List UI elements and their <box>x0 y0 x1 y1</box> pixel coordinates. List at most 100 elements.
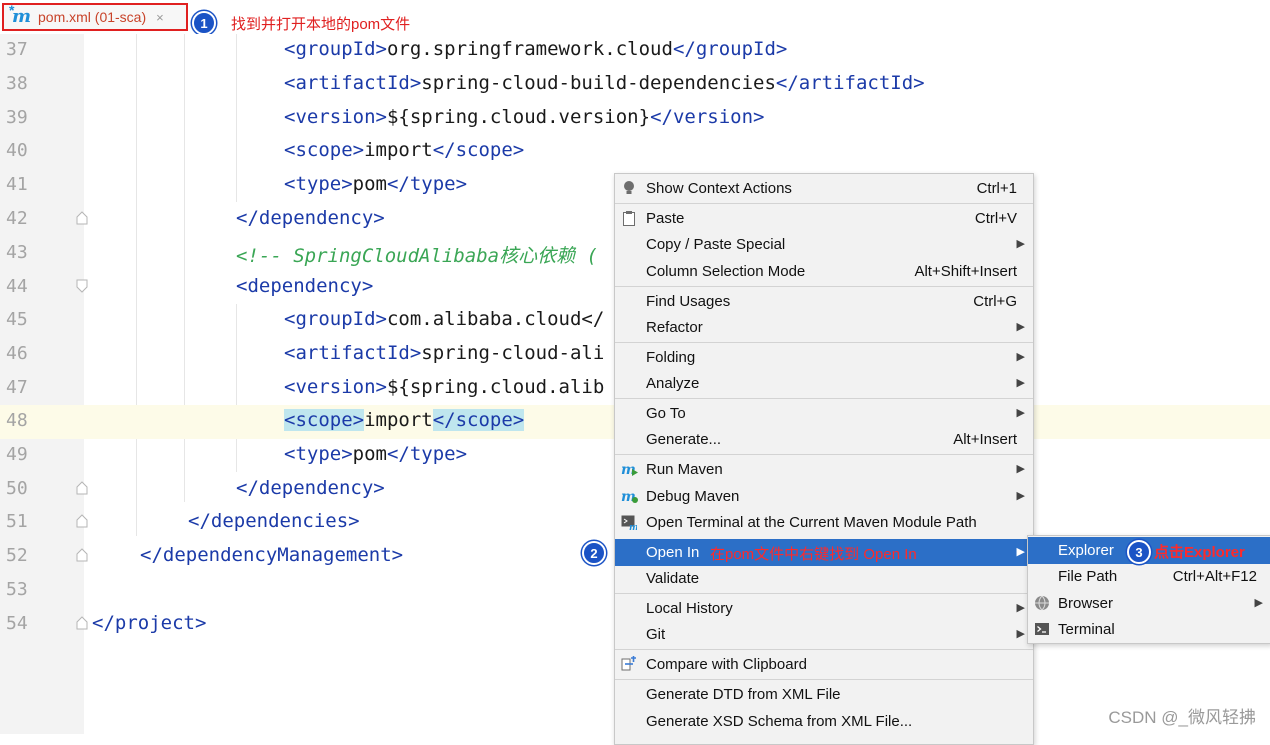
step-badge-3: 3 <box>1127 540 1151 564</box>
line-number: 38 <box>6 73 28 94</box>
code-line: 40 <scope>import</scope> <box>0 135 1270 169</box>
line-number: 51 <box>6 511 28 532</box>
line-number: 44 <box>6 276 28 297</box>
annotation-step-1: 找到并打开本地的pom文件 <box>231 16 411 33</box>
line-number: 39 <box>6 107 28 128</box>
line-number: 46 <box>6 343 28 364</box>
code-text: </dependency> <box>236 477 385 499</box>
code-text: <scope>import</scope> <box>284 409 525 431</box>
code-text: <groupId>com.alibaba.cloud</ <box>284 308 605 330</box>
menu-item-column-selection-mode[interactable]: Column Selection Mode Alt+Shift+Insert <box>615 258 1033 285</box>
submenu-item-browser[interactable]: Browser ▶ <box>1028 590 1270 617</box>
line-number: 43 <box>6 242 28 263</box>
maven-debug-icon: m <box>621 488 638 505</box>
line-number: 48 <box>6 410 28 431</box>
step-badge-1: 1 <box>192 11 216 35</box>
menu-separator <box>615 649 1033 650</box>
menu-separator <box>615 679 1033 680</box>
submenu-item-file-path[interactable]: File Path Ctrl+Alt+F12 <box>1028 563 1270 590</box>
menu-item-local-history[interactable]: Local History ▶ <box>615 595 1033 622</box>
line-number: 37 <box>6 39 28 60</box>
menu-item-analyze[interactable]: Analyze ▶ <box>615 370 1033 397</box>
menu-item-show-context-actions[interactable]: Show Context Actions Ctrl+1 <box>615 175 1033 202</box>
line-number: 52 <box>6 545 28 566</box>
terminal-icon <box>1034 621 1050 637</box>
menu-item-compare-clipboard[interactable]: Compare with Clipboard <box>615 651 1033 678</box>
menu-separator <box>615 398 1033 399</box>
menu-item-find-usages[interactable]: Find Usages Ctrl+G <box>615 288 1033 315</box>
menu-item-generate-dtd[interactable]: Generate DTD from XML File <box>615 681 1033 708</box>
submenu-arrow-icon: ▶ <box>1016 351 1025 363</box>
fold-start-icon[interactable] <box>76 279 88 293</box>
submenu-arrow-icon: ▶ <box>1016 490 1025 502</box>
menu-item-generate-xsd[interactable]: Generate XSD Schema from XML File... <box>615 708 1033 735</box>
line-number: 41 <box>6 174 28 195</box>
menu-separator <box>615 286 1033 287</box>
menu-separator <box>615 342 1033 343</box>
menu-separator <box>615 593 1033 594</box>
menu-item-paste[interactable]: Paste Ctrl+V <box>615 205 1033 232</box>
svg-text:m: m <box>629 523 637 530</box>
line-number: 42 <box>6 208 28 229</box>
annotation-step-2: 在pom文件中右键找到 Open In <box>710 546 917 563</box>
editor-tab-bar: * m pom.xml (01-sca) × <box>0 0 1270 34</box>
line-number: 49 <box>6 444 28 465</box>
globe-icon <box>1034 595 1050 611</box>
menu-item-generate[interactable]: Generate... Alt+Insert <box>615 426 1033 453</box>
submenu-arrow-icon: ▶ <box>1016 546 1025 558</box>
maven-file-icon: * m <box>9 2 32 27</box>
code-text: <version>${spring.cloud.version}</versio… <box>284 106 765 128</box>
maven-run-icon: m <box>621 461 638 478</box>
fold-end-icon[interactable] <box>76 211 88 225</box>
code-text: </dependency> <box>236 207 385 229</box>
menu-separator <box>615 454 1033 455</box>
tab-title: pom.xml (01-sca) <box>38 9 147 25</box>
menu-item-debug-maven[interactable]: m Debug Maven ▶ <box>615 483 1033 510</box>
submenu-arrow-icon: ▶ <box>1016 321 1025 333</box>
submenu-arrow-icon: ▶ <box>1016 407 1025 419</box>
menu-item-refactor[interactable]: Refactor ▶ <box>615 314 1033 341</box>
line-number: 50 <box>6 478 28 499</box>
line-number: 47 <box>6 377 28 398</box>
menu-item-folding[interactable]: Folding ▶ <box>615 344 1033 371</box>
line-number: 40 <box>6 140 28 161</box>
menu-item-git[interactable]: Git ▶ <box>615 621 1033 648</box>
code-text: <groupId>org.springframework.cloud</grou… <box>284 38 788 60</box>
fold-end-icon[interactable] <box>76 616 88 630</box>
clipboard-icon <box>621 210 637 226</box>
code-text: <version>${spring.cloud.alib <box>284 376 605 398</box>
code-text: <dependency> <box>236 275 374 297</box>
submenu-arrow-icon: ▶ <box>1016 602 1025 614</box>
code-text: <artifactId>spring-cloud-ali <box>284 342 605 364</box>
menu-separator <box>615 203 1033 204</box>
tab-pom-xml[interactable]: * m pom.xml (01-sca) × <box>2 2 188 31</box>
code-line: 37 <groupId>org.springframework.cloud</g… <box>0 34 1270 68</box>
lightbulb-icon <box>621 180 637 196</box>
close-icon[interactable]: × <box>156 10 164 25</box>
submenu-arrow-icon: ▶ <box>1254 597 1263 609</box>
submenu-arrow-icon: ▶ <box>1016 238 1025 250</box>
code-text: <type>pom</type> <box>284 443 468 465</box>
code-text: </project> <box>92 612 207 634</box>
menu-item-validate[interactable]: Validate <box>615 565 1033 592</box>
compare-icon <box>621 656 637 672</box>
code-text: </dependencyManagement> <box>140 544 404 566</box>
code-text: </dependencies> <box>188 510 360 532</box>
fold-end-icon[interactable] <box>76 548 88 562</box>
fold-end-icon[interactable] <box>76 481 88 495</box>
csdn-watermark: CSDN @_微风轻拂 <box>1108 708 1256 727</box>
submenu-item-terminal[interactable]: Terminal <box>1028 616 1270 643</box>
code-text: <scope>import</scope> <box>284 139 525 161</box>
fold-end-icon[interactable] <box>76 514 88 528</box>
line-number: 54 <box>6 613 28 634</box>
menu-item-open-terminal-maven[interactable]: m Open Terminal at the Current Maven Mod… <box>615 509 1033 536</box>
code-line: 38 <artifactId>spring-cloud-build-depend… <box>0 68 1270 102</box>
code-comment: <!-- SpringCloudAlibaba核心依赖 ( <box>236 245 598 267</box>
code-text: <type>pom</type> <box>284 173 468 195</box>
menu-item-copy-paste-special[interactable]: Copy / Paste Special ▶ <box>615 231 1033 258</box>
editor-context-menu: Show Context Actions Ctrl+1 Paste Ctrl+V… <box>614 173 1034 745</box>
menu-item-go-to[interactable]: Go To ▶ <box>615 400 1033 427</box>
code-text: <artifactId>spring-cloud-build-dependenc… <box>284 72 925 94</box>
code-line: 39 <version>${spring.cloud.version}</ver… <box>0 102 1270 136</box>
menu-item-run-maven[interactable]: m Run Maven ▶ <box>615 456 1033 483</box>
